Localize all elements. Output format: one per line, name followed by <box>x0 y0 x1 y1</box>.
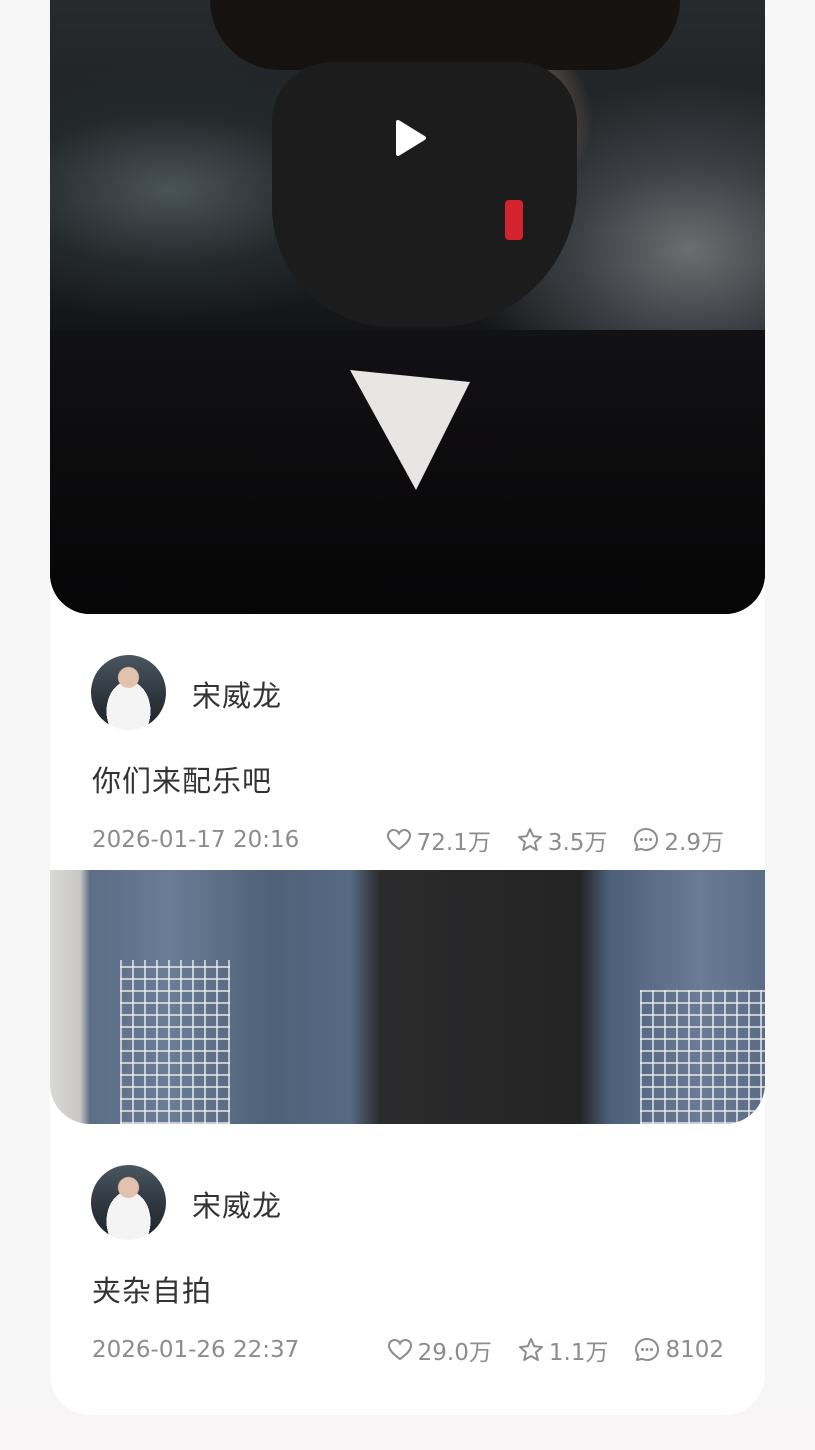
favorite-count: 1.1万 <box>548 1340 609 1366</box>
author-avatar[interactable] <box>91 655 166 730</box>
photo-detail <box>505 200 523 240</box>
comment-count: 8102 <box>665 1337 724 1363</box>
post-stats: 29.0万 1.1万 8102 <box>387 1333 724 1367</box>
comment-count: 2.9万 <box>664 830 724 856</box>
like-button[interactable]: 72.1万 <box>386 823 491 857</box>
comment-button[interactable]: 2.9万 <box>633 823 724 857</box>
like-count: 72.1万 <box>416 830 491 856</box>
author-avatar[interactable] <box>91 1165 166 1240</box>
comment-icon <box>634 828 659 851</box>
author-name[interactable]: 宋威龙 <box>192 673 282 715</box>
star-icon <box>517 828 542 851</box>
photo-detail <box>120 960 230 1124</box>
post-meta: 2026-01-17 20:16 72.1万 3.5万 2.9万 <box>92 824 724 856</box>
post-caption[interactable]: 夹杂自拍 <box>92 1268 212 1310</box>
like-count: 29.0万 <box>417 1340 492 1366</box>
photo-detail <box>210 0 680 70</box>
comment-icon <box>635 1338 660 1361</box>
feed: 宋威龙 你们来配乐吧 2026-01-17 20:16 72.1万 3.5万 2… <box>0 0 815 1450</box>
author-name[interactable]: 宋威龙 <box>192 1183 282 1225</box>
heart-icon <box>387 1338 412 1361</box>
favorite-button[interactable]: 3.5万 <box>517 823 608 857</box>
post-2-image[interactable] <box>50 870 765 1124</box>
play-icon <box>396 120 426 156</box>
photo-detail <box>640 990 765 1124</box>
heart-icon <box>386 828 411 851</box>
post-stats: 72.1万 3.5万 2.9万 <box>386 823 724 857</box>
post-date: 2026-01-26 22:37 <box>92 1337 300 1363</box>
favorite-count: 3.5万 <box>547 830 608 856</box>
favorite-button[interactable]: 1.1万 <box>518 1333 609 1367</box>
post-date: 2026-01-17 20:16 <box>92 827 300 853</box>
comment-button[interactable]: 8102 <box>634 1337 724 1363</box>
post-meta: 2026-01-26 22:37 29.0万 1.1万 8102 <box>92 1334 724 1366</box>
bottom-bar <box>0 1415 815 1450</box>
post-1-video-thumbnail[interactable] <box>50 0 765 614</box>
post-caption[interactable]: 你们来配乐吧 <box>92 758 272 800</box>
star-icon <box>518 1338 543 1361</box>
play-button[interactable] <box>365 93 455 183</box>
like-button[interactable]: 29.0万 <box>387 1333 492 1367</box>
